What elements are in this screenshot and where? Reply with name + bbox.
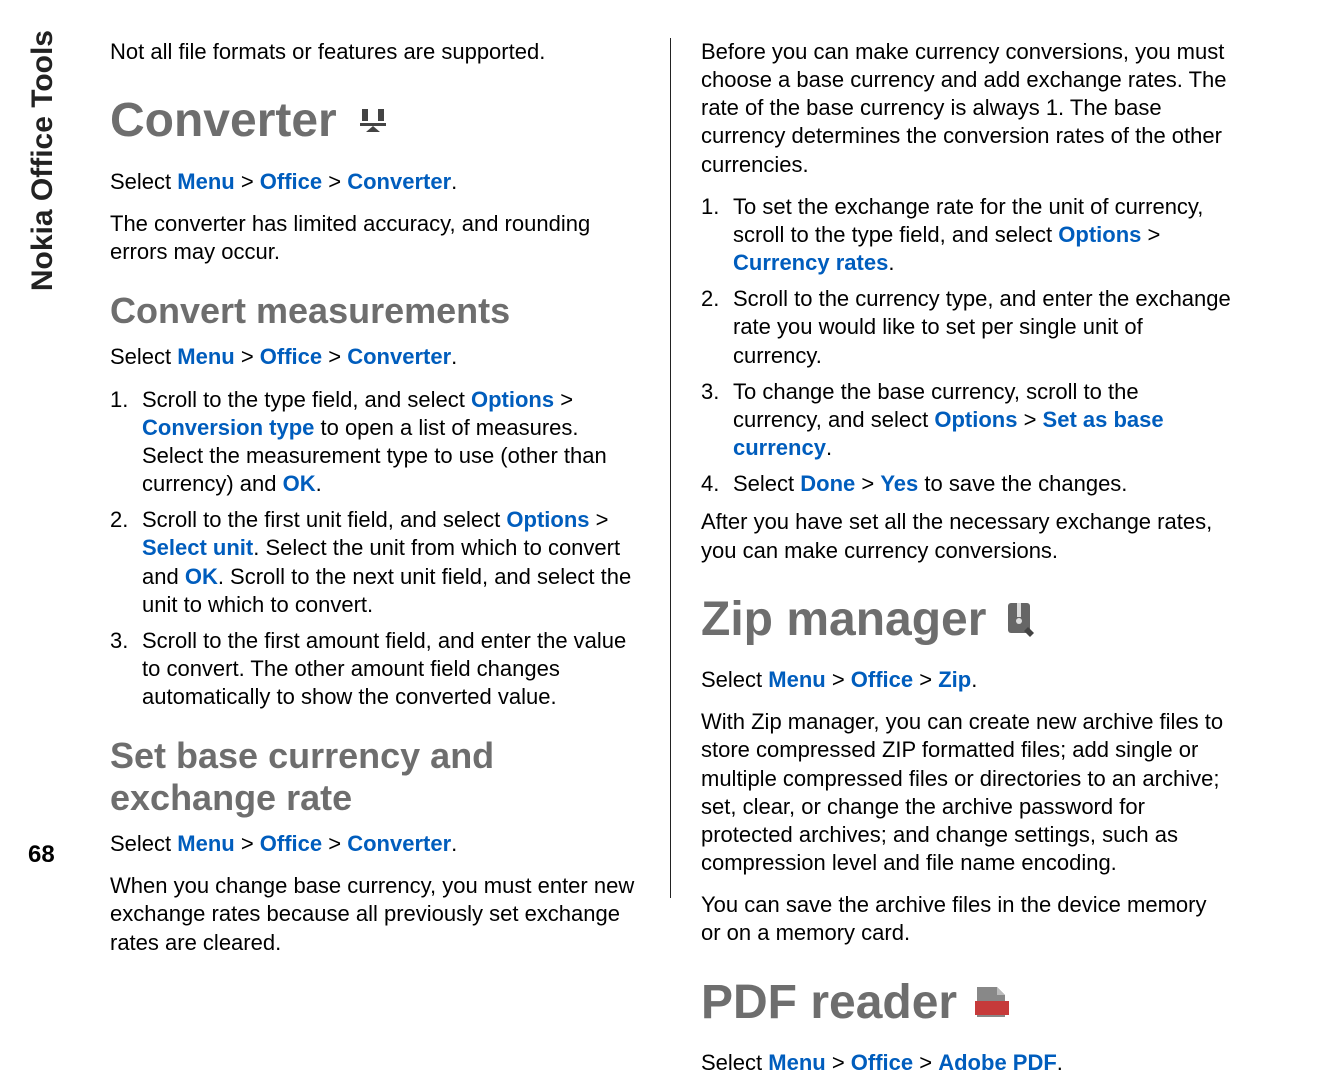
link-menu[interactable]: Menu (177, 831, 234, 856)
pdf-icon (975, 985, 1009, 1019)
heading-convert-measurements: Convert measurements (110, 290, 640, 331)
zip-desc: With Zip manager, you can create new arc… (701, 708, 1231, 877)
heading-converter-text: Converter (110, 90, 337, 151)
link-options[interactable]: Options (934, 407, 1017, 432)
currency-intro: Before you can make currency conversions… (701, 38, 1231, 179)
heading-pdf-text: PDF reader (701, 972, 957, 1033)
zip-path: Select Menu > Office > Zip. (701, 666, 1231, 694)
sidebar: Nokia Office Tools (20, 30, 70, 914)
heading-pdf-reader: PDF reader (701, 972, 1231, 1033)
set-base-path: Select Menu > Office > Converter. (110, 830, 640, 858)
currency-after: After you have set all the necessary exc… (701, 508, 1231, 564)
link-menu[interactable]: Menu (768, 667, 825, 692)
left-column: Not all file formats or features are sup… (110, 38, 670, 924)
heading-zip-text: Zip manager (701, 589, 986, 650)
link-menu[interactable]: Menu (768, 1050, 825, 1075)
link-menu[interactable]: Menu (177, 344, 234, 369)
zip-save: You can save the archive files in the de… (701, 891, 1231, 947)
link-office[interactable]: Office (851, 667, 913, 692)
converter-path: Select Menu > Office > Converter. (110, 168, 640, 196)
heading-zip-manager: Zip manager (701, 589, 1231, 650)
link-yes[interactable]: Yes (880, 471, 918, 496)
chapter-label: Nokia Office Tools (26, 30, 60, 291)
link-converter[interactable]: Converter (347, 169, 451, 194)
right-column: Before you can make currency conversions… (671, 38, 1231, 924)
page-number: 68 (28, 841, 55, 869)
link-converter[interactable]: Converter (347, 344, 451, 369)
list-item: 3. Scroll to the first amount field, and… (110, 627, 640, 711)
link-adobe-pdf[interactable]: Adobe PDF (938, 1050, 1057, 1075)
link-office[interactable]: Office (260, 831, 322, 856)
link-ok[interactable]: OK (185, 564, 218, 589)
heading-converter: Converter (110, 90, 640, 151)
list-item: 1. To set the exchange rate for the unit… (701, 193, 1231, 277)
converter-accuracy: The converter has limited accuracy, and … (110, 210, 640, 266)
pdf-path: Select Menu > Office > Adobe PDF. (701, 1049, 1231, 1077)
page-content: Not all file formats or features are sup… (110, 38, 1292, 924)
convert-measurements-steps: 1. Scroll to the type field, and select … (110, 386, 640, 712)
link-options[interactable]: Options (506, 507, 589, 532)
link-options[interactable]: Options (471, 387, 554, 412)
convert-meas-path: Select Menu > Office > Converter. (110, 343, 640, 371)
intro-note: Not all file formats or features are sup… (110, 38, 640, 66)
list-item: 2. Scroll to the currency type, and ente… (701, 285, 1231, 369)
currency-steps: 1. To set the exchange rate for the unit… (701, 193, 1231, 499)
set-base-note: When you change base currency, you must … (110, 872, 640, 956)
link-office[interactable]: Office (851, 1050, 913, 1075)
link-currency-rates[interactable]: Currency rates (733, 250, 888, 275)
list-item: 2. Scroll to the first unit field, and s… (110, 506, 640, 619)
link-select-unit[interactable]: Select unit (142, 535, 253, 560)
link-office[interactable]: Office (260, 169, 322, 194)
link-options[interactable]: Options (1058, 222, 1141, 247)
list-item: 3. To change the base currency, scroll t… (701, 378, 1231, 462)
list-item: 4. Select Done > Yes to save the changes… (701, 470, 1231, 498)
link-conversion-type[interactable]: Conversion type (142, 415, 314, 440)
heading-set-base-currency: Set base currency and exchange rate (110, 735, 640, 818)
converter-icon (355, 103, 391, 139)
link-menu[interactable]: Menu (177, 169, 234, 194)
link-ok[interactable]: OK (283, 471, 316, 496)
link-office[interactable]: Office (260, 344, 322, 369)
link-done[interactable]: Done (800, 471, 855, 496)
list-item: 1. Scroll to the type field, and select … (110, 386, 640, 499)
zip-icon (1004, 601, 1034, 637)
link-converter[interactable]: Converter (347, 831, 451, 856)
link-zip[interactable]: Zip (938, 667, 971, 692)
